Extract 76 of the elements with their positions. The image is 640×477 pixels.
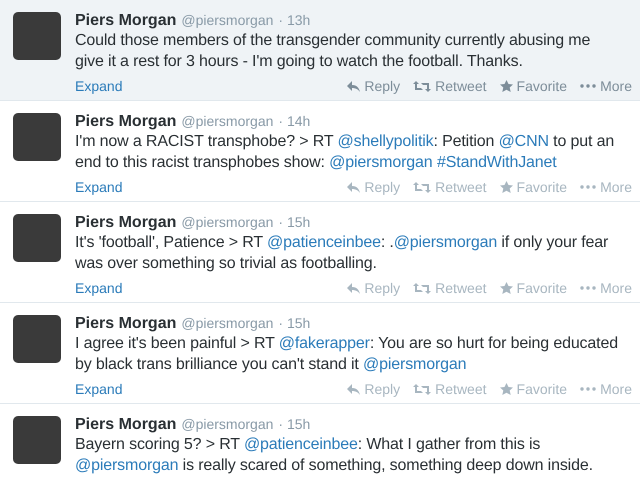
user-handle[interactable]: @piersmorgan [181,12,274,28]
reply-button[interactable]: Reply [347,381,400,397]
tweet-text: It's 'football', Patience > RT @patienceinbee: .@piersmorgan if only your fear [75,233,608,253]
reply-button[interactable]: Reply [347,280,400,296]
mention-link[interactable]: @CNN [498,133,549,150]
retweet-button[interactable]: Retweet [413,381,487,397]
tweet-text: I'm now a RACIST transphobe? > RT @shellypolitik: Petition @CNN to put an [75,132,614,152]
timestamp[interactable]: · 15h [278,416,310,432]
star-icon [500,80,513,92]
favorite-button[interactable]: Favorite [500,381,568,397]
dots-icon [580,286,596,290]
tweet-text: was over something so trivial as footballing. [75,254,377,274]
mention-link[interactable]: @piersmorgan [75,457,178,474]
reply-button[interactable]: Reply [347,78,400,94]
tweet-text: @piersmorgan is really scared of something, something deep down inside. [75,456,593,476]
expand-link[interactable]: Expand [75,381,122,397]
user-handle[interactable]: @piersmorgan [181,113,274,129]
avatar-placeholder [13,113,61,161]
reply-icon [347,182,360,192]
timestamp[interactable]: · 15h [278,315,310,331]
mention-link[interactable]: @patienceinbee [244,436,358,453]
mention-link[interactable]: @piersmorgan [363,356,466,373]
more-button[interactable]: More [580,381,632,397]
tweet-text: I agree it's been painful > RT @fakerapper: You are so hurt for being educated [75,334,618,354]
user-name[interactable]: Piers Morgan [75,416,176,434]
user-name[interactable]: Piers Morgan [75,214,176,232]
more-button[interactable]: More [580,280,632,296]
dots-icon [580,387,596,391]
dots-icon [580,84,596,88]
tweet-text: end to this racist transphobes show: @piersmorgan #StandWithJanet [75,153,557,173]
tweet-text: give it a rest for 3 hours - I'm going to watch the football. Thanks. [75,52,523,72]
dots-icon [580,185,596,189]
expand-link[interactable]: Expand [75,78,122,94]
star-icon [500,383,513,395]
star-icon [500,181,513,193]
favorite-button[interactable]: Favorite [500,179,568,195]
avatar-placeholder [13,12,61,60]
retweet-button[interactable]: Retweet [413,179,487,195]
user-handle[interactable]: @piersmorgan [181,214,274,230]
favorite-button[interactable]: Favorite [500,280,568,296]
mention-link[interactable]: @shellypolitik [338,133,434,150]
reply-icon [347,80,360,92]
user-name[interactable]: Piers Morgan [75,315,176,333]
star-icon [500,282,513,294]
tweet-text: Could those members of the transgender community currently abusing me [75,31,590,51]
user-handle[interactable]: @piersmorgan [181,416,274,432]
mention-link[interactable]: @piersmorgan [329,154,433,171]
user-name[interactable]: Piers Morgan [75,113,176,131]
user-handle[interactable]: @piersmorgan [181,315,274,331]
retweet-button[interactable]: Retweet [413,78,487,94]
tweet-text: by black trans brilliance you can't stand it @piersmorgan [75,355,466,375]
avatar-placeholder [13,214,61,262]
expand-link[interactable]: Expand [75,179,122,195]
retweet-icon [413,80,432,92]
timestamp[interactable]: · 13h [278,12,310,28]
mention-link[interactable]: @patienceinbee [267,234,381,251]
avatar-placeholder [13,416,61,464]
retweet-icon [413,384,432,394]
reply-icon [347,384,360,394]
more-button[interactable]: More [580,179,632,195]
expand-link[interactable]: Expand [75,280,122,296]
mention-link[interactable]: @fakerapper [278,335,370,352]
retweet-icon [413,282,432,294]
favorite-button[interactable]: Favorite [500,78,568,94]
tweet-text: Bayern scoring 5? > RT @patienceinbee: What I gather from this is [75,435,540,455]
reply-icon [347,282,360,294]
timestamp[interactable]: · 14h [278,113,310,129]
timestamp[interactable]: · 15h [278,214,310,230]
user-name[interactable]: Piers Morgan [75,12,176,30]
reply-button[interactable]: Reply [347,179,400,195]
more-button[interactable]: More [580,78,632,94]
avatar-placeholder [13,315,61,363]
retweet-icon [413,182,432,192]
mention-link[interactable]: @piersmorgan [394,234,498,251]
mention-link[interactable]: #StandWithJanet [437,154,557,171]
retweet-button[interactable]: Retweet [413,280,487,296]
